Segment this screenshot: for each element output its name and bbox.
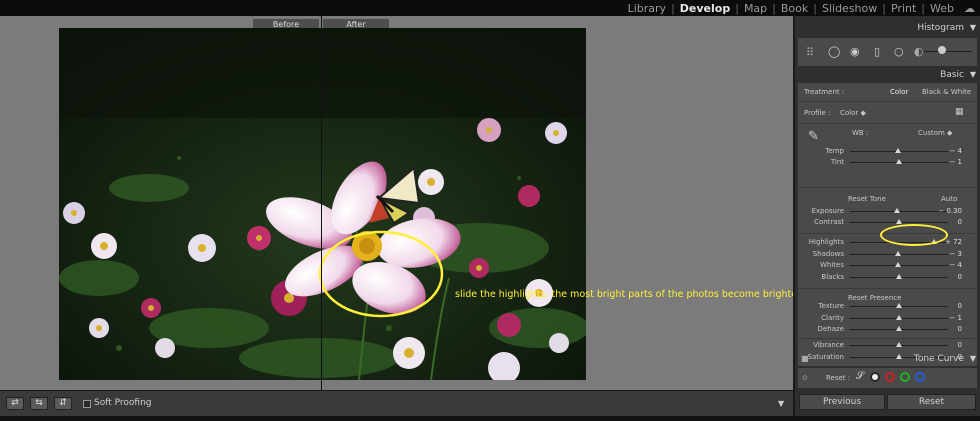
- basic-header[interactable]: Basic ▼: [795, 67, 980, 83]
- target-adjust-icon[interactable]: ⊙: [802, 374, 808, 382]
- collapse-triangle-icon: ▼: [969, 354, 976, 363]
- slider-label: Tint: [830, 158, 844, 166]
- crop-icon[interactable]: ⠿: [806, 46, 814, 59]
- slider-value[interactable]: − 4: [938, 147, 962, 155]
- tone-curve-header[interactable]: ■ Tone Curve ▼: [795, 351, 980, 367]
- slider-thumb[interactable]: [896, 159, 902, 164]
- slider-thumb[interactable]: [895, 148, 902, 153]
- slider-thumb[interactable]: [896, 273, 902, 279]
- red-channel-icon[interactable]: [885, 372, 895, 382]
- rgb-channel-icon[interactable]: [870, 372, 880, 382]
- slider-thumb[interactable]: [896, 303, 902, 308]
- previous-button[interactable]: Previous: [799, 394, 885, 410]
- eyedropper-icon[interactable]: ✎: [808, 129, 819, 144]
- collapse-triangle-icon: ▼: [969, 70, 976, 79]
- photo-preview[interactable]: [59, 28, 586, 380]
- slider-value[interactable]: 0: [938, 302, 962, 310]
- reset-tone-label[interactable]: Reset Tone: [848, 195, 886, 203]
- tone-curve-panel: ⊙ Reset : 𝒮: [798, 368, 977, 388]
- brush-size-thumb[interactable]: [938, 46, 946, 54]
- module-slideshow[interactable]: Slideshow: [817, 2, 882, 15]
- slider-thumb[interactable]: [896, 342, 902, 347]
- image-canvas: Before After slide the highlights, the m…: [0, 16, 803, 390]
- slider-thumb[interactable]: [896, 326, 902, 331]
- module-print[interactable]: Print: [886, 2, 921, 15]
- reset-button[interactable]: Reset: [887, 394, 976, 410]
- slider-value[interactable]: 0: [938, 218, 962, 226]
- cloud-icon: ☁: [964, 1, 975, 15]
- slider-value[interactable]: 0: [938, 273, 962, 281]
- collapse-triangle-icon: ▼: [969, 23, 976, 32]
- slider-label: Temp: [825, 147, 844, 155]
- radial-filter-icon[interactable]: ○: [894, 45, 904, 58]
- slider-thumb[interactable]: [896, 314, 902, 320]
- slider-thumb[interactable]: [895, 262, 902, 267]
- module-web[interactable]: Web: [925, 2, 959, 15]
- histogram-header[interactable]: Histogram ▼: [795, 20, 980, 36]
- basic-panel: Treatment : Color Black & White Profile …: [798, 83, 977, 366]
- slider-label: Clarity: [821, 313, 844, 322]
- slider-value[interactable]: − 4: [938, 261, 962, 269]
- profile-label: Profile :: [804, 109, 831, 117]
- module-book[interactable]: Book: [776, 2, 813, 15]
- red-eye-icon[interactable]: ◉: [850, 45, 860, 58]
- treatment-label: Treatment :: [804, 88, 845, 96]
- wb-select[interactable]: Custom ◆: [918, 129, 952, 137]
- module-library[interactable]: Library: [623, 2, 671, 15]
- highlights-annotation-ring: [880, 224, 948, 246]
- slider-value[interactable]: 0: [938, 341, 962, 349]
- brush-icon[interactable]: ◐: [914, 45, 924, 58]
- copy-settings-button[interactable]: ⇆: [30, 397, 48, 410]
- slider-label: Contrast: [814, 218, 844, 226]
- module-bar: Library | Develop | Map | Book | Slideshow | …: [0, 0, 980, 16]
- slider-label: Texture: [818, 302, 844, 310]
- module-map[interactable]: Map: [739, 2, 772, 15]
- slider-value[interactable]: 0: [938, 325, 962, 333]
- slider-value[interactable]: − 1: [938, 158, 962, 166]
- slider-label: Exposure: [811, 207, 844, 215]
- before-after-divider[interactable]: [321, 16, 322, 390]
- slider-label: Dehaze: [817, 325, 844, 333]
- panel-marker-icon: ■: [801, 354, 809, 363]
- wb-label: WB :: [852, 129, 869, 137]
- slider-label: Vibrance: [813, 341, 844, 349]
- slider-label: Whites: [819, 261, 844, 269]
- slider-label: Blacks: [821, 272, 844, 281]
- tool-strip: ⠿ ◯ ◉ ▯ ○ ◐: [798, 38, 977, 66]
- green-channel-icon[interactable]: [900, 372, 910, 382]
- treatment-color-option[interactable]: Color: [890, 88, 908, 96]
- slider-thumb[interactable]: [894, 208, 901, 213]
- slider-value[interactable]: − 0.30: [938, 207, 962, 215]
- bottom-toolbar: ⇄ ⇆ ⇵ Soft Proofing ▼: [0, 390, 793, 416]
- slider-label: Highlights: [808, 238, 844, 246]
- slider-value[interactable]: − 1: [938, 314, 962, 322]
- slider-value[interactable]: − 3: [938, 250, 962, 258]
- treatment-bw-option[interactable]: Black & White: [922, 88, 971, 96]
- swap-settings-icon[interactable]: ⇵: [54, 397, 72, 410]
- annotation-text: slide the highlights, the most bright pa…: [455, 289, 804, 300]
- filmstrip-edge: [0, 416, 980, 421]
- swap-before-after-button[interactable]: ⇄: [6, 397, 24, 410]
- slider-thumb[interactable]: [895, 250, 902, 256]
- blue-channel-icon[interactable]: [915, 372, 925, 382]
- auto-tone-button[interactable]: Auto: [941, 195, 957, 203]
- curve-reset-label: Reset :: [826, 374, 851, 382]
- lightroom-develop-window: Library | Develop | Map | Book | Slideshow | …: [0, 0, 980, 421]
- slider-label: Shadows: [812, 249, 844, 258]
- soft-proofing-checkbox[interactable]: [83, 400, 91, 408]
- soft-proofing-label: Soft Proofing: [94, 398, 152, 408]
- module-develop[interactable]: Develop: [675, 2, 735, 15]
- right-panel: Histogram ▼ ⠿ ◯ ◉ ▯ ○ ◐ Basic ▼ Treatment …: [793, 16, 980, 416]
- reset-presence-label[interactable]: Reset Presence: [848, 294, 901, 302]
- graduated-filter-icon[interactable]: ▯: [874, 45, 880, 58]
- toolbar-menu-arrow-icon[interactable]: ▼: [778, 399, 784, 408]
- profile-browser-icon[interactable]: ▦: [955, 107, 964, 117]
- spot-removal-icon[interactable]: ◯: [828, 45, 840, 58]
- slider-thumb[interactable]: [896, 219, 902, 224]
- parametric-curve-icon[interactable]: 𝒮: [856, 371, 864, 382]
- profile-select[interactable]: Color ◆: [840, 109, 866, 117]
